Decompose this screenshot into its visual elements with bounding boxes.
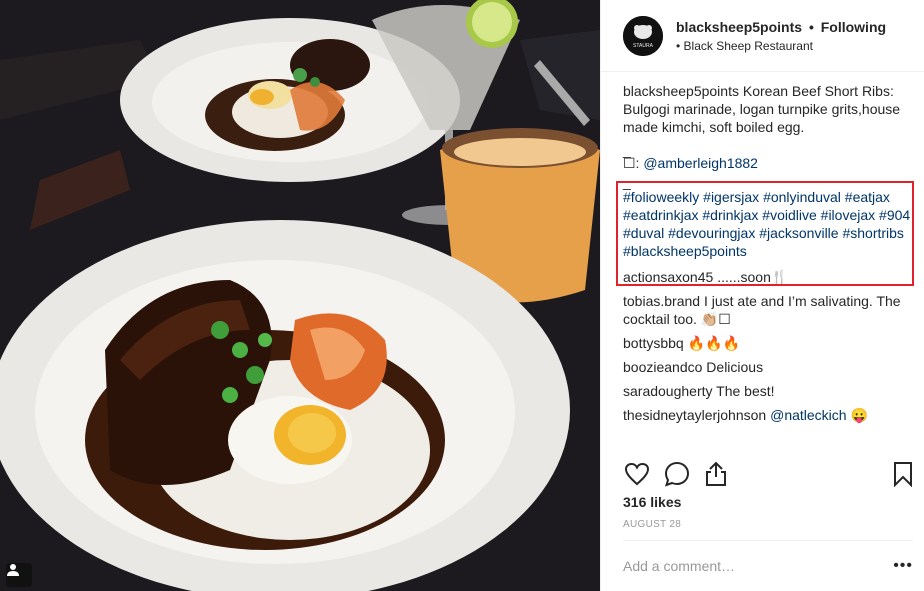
comment-text: 🔥🔥🔥 [687,335,740,351]
comment-item: boozieandco Delicious [623,358,913,376]
add-comment-row: Add a comment… ••• [623,540,913,591]
comment-item: tobias.brand I just ate and I’m salivati… [623,292,913,328]
header-text: blacksheep5points • Following • Black Sh… [676,18,886,54]
save-button[interactable] [889,460,917,488]
heart-icon [624,462,650,486]
like-button[interactable] [623,460,651,488]
following-button[interactable]: Following [821,19,886,35]
post-header: STAURA blacksheep5points • Following • B… [601,0,924,72]
header-username[interactable]: blacksheep5points [676,19,802,35]
share-button[interactable] [702,460,730,488]
food-photo-illustration [0,0,600,591]
post-side-panel: STAURA blacksheep5points • Following • B… [600,0,924,591]
comment-mention-link[interactable]: @natleckich [770,407,846,423]
comment-text: 😛 [850,407,868,423]
more-options-button[interactable]: ••• [893,557,913,575]
comment-text: The best! [716,383,775,399]
hashtag-highlight-box [616,181,914,286]
comment-item: saradougherty The best! [623,382,913,400]
comments-section: blacksheep5points Korean Beef Short Ribs… [616,82,914,430]
caption-username[interactable]: blacksheep5points [623,83,739,99]
post-actions [623,460,919,488]
comment-item: thesidneytaylerjohnson @natleckich 😛 [623,406,913,424]
sheep-logo-icon: STAURA [623,15,663,56]
avatar[interactable]: STAURA [623,15,663,56]
location-link[interactable]: • Black Sheep Restaurant [676,38,886,54]
camera-prefix: ☐: [623,155,640,171]
post-date[interactable]: AUGUST 28 [623,519,681,530]
comment-text: Delicious [706,359,764,375]
share-icon [706,461,726,486]
like-count[interactable]: 316 likes [623,494,681,510]
credit-mention-link[interactable]: @amberleigh1882 [643,155,758,171]
photo-credit: ☐: @amberleigh1882 [623,154,913,172]
comment-button[interactable] [663,460,691,488]
comment-item: bottysbbq 🔥🔥🔥 [623,334,913,352]
caption-separator: _ [623,142,631,158]
person-icon [7,564,19,576]
user-tag-button[interactable] [6,563,32,587]
caption: blacksheep5points Korean Beef Short Ribs… [623,82,913,136]
comment-username[interactable]: thesidneytaylerjohnson [623,407,766,423]
comment-username[interactable]: boozieandco [623,359,702,375]
post-photo[interactable] [0,0,600,591]
comment-icon [664,461,690,487]
comment-username[interactable]: bottysbbq [623,335,684,351]
bookmark-icon [894,462,912,487]
add-comment-input[interactable]: Add a comment… [623,558,735,574]
header-dot: • [808,18,814,35]
comment-username[interactable]: saradougherty [623,383,713,399]
avatar-text: STAURA [633,43,654,49]
comment-username[interactable]: tobias.brand [623,293,700,309]
instagram-post-modal: STAURA blacksheep5points • Following • B… [0,0,924,591]
